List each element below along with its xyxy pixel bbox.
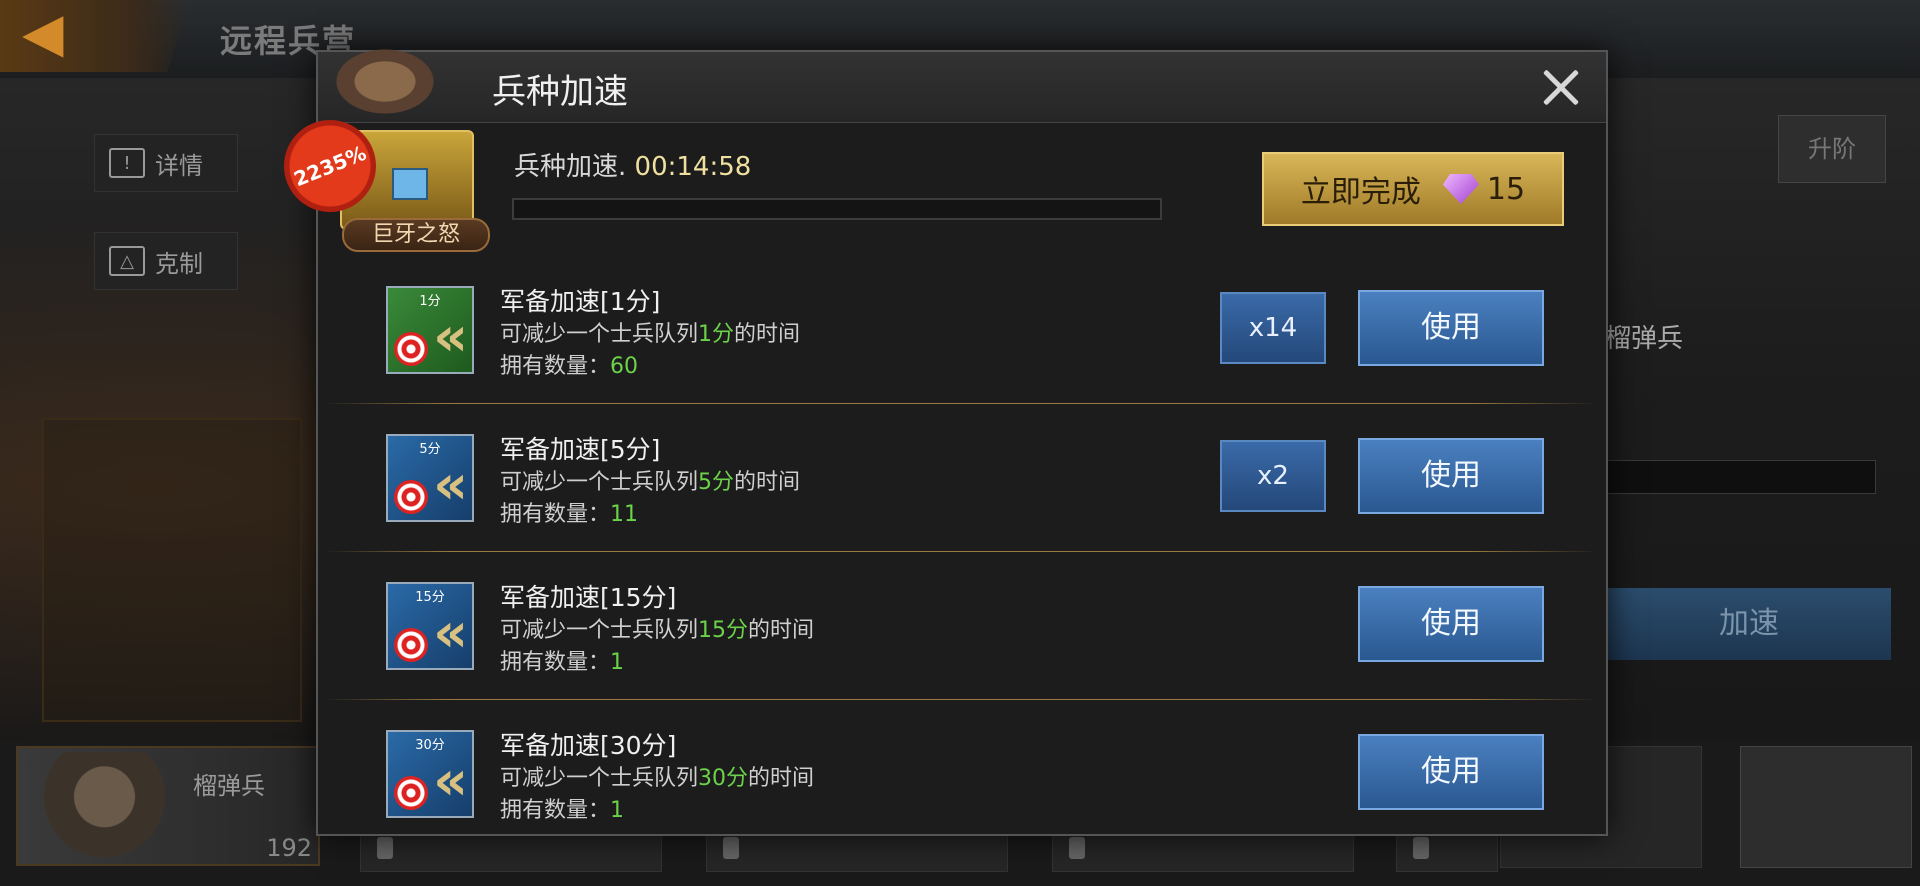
chest-lock-icon	[392, 168, 428, 200]
timer-progress-bar	[512, 198, 1162, 220]
finish-now-label: 立即完成	[1300, 175, 1421, 210]
list-item: 1分 « 军备加速[1分] 可减少一个士兵队列1分的时间 拥有数量：60 x14…	[318, 256, 1606, 404]
item-name: 军备加速[5分]	[500, 435, 661, 464]
accelerate-button[interactable]: 加速	[1607, 588, 1891, 660]
dialog-header: 兵种加速	[318, 52, 1606, 123]
unit-type-label: 榴弹兵	[1605, 324, 1684, 354]
item-description: 可减少一个士兵队列5分的时间	[500, 470, 801, 495]
item-owned: 拥有数量：11	[500, 502, 639, 527]
speedup-item-list[interactable]: 1分 « 军备加速[1分] 可减少一个士兵队列1分的时间 拥有数量：60 x14…	[318, 256, 1606, 836]
timer-row: 兵种加速. 00:14:58	[514, 146, 751, 183]
upgrade-button[interactable]: 升阶	[1778, 115, 1886, 183]
details-button[interactable]: ! 详情	[94, 134, 238, 192]
info-card-icon: !	[109, 148, 145, 178]
target-icon	[394, 628, 428, 662]
speedup-item-icon: 30分 «	[386, 730, 474, 818]
mech-unit-card[interactable]	[1740, 746, 1912, 868]
timer-label: 兵种加速.	[514, 152, 627, 182]
details-label: 详情	[155, 151, 203, 180]
promo-banner[interactable]: 巨牙之怒	[342, 218, 490, 252]
dialog-title: 兵种加速	[492, 72, 628, 112]
use-button[interactable]: 使用	[1358, 438, 1544, 514]
item-description: 可减少一个士兵队列1分的时间	[500, 322, 801, 347]
lock-icon	[1069, 837, 1085, 859]
item-owned: 拥有数量：1	[500, 650, 625, 675]
back-arrow-icon: ◀	[22, 1, 64, 64]
item-name: 军备加速[15分]	[500, 583, 677, 612]
double-chevron-icon: «	[433, 453, 468, 516]
use-button[interactable]: 使用	[1358, 734, 1544, 810]
troop-speedup-dialog: 兵种加速 2235% 巨牙之怒 兵种加速. 00:14:58 立即完成 15 1…	[270, 32, 1608, 836]
unit-card-name: 榴弹兵	[193, 772, 265, 800]
training-bar	[1606, 460, 1876, 494]
double-chevron-icon: «	[433, 305, 468, 368]
timer-value: 00:14:58	[634, 152, 752, 182]
double-chevron-icon: «	[433, 601, 468, 664]
diamond-gem-icon	[1442, 174, 1479, 204]
locked-slot[interactable]	[706, 830, 1008, 872]
target-icon	[394, 332, 428, 366]
target-icon	[394, 776, 428, 810]
lock-icon	[723, 837, 739, 859]
back-button[interactable]: ◀	[0, 0, 190, 72]
target-icon	[394, 480, 428, 514]
item-description: 可减少一个士兵队列30分的时间	[500, 766, 815, 791]
triangle-icon: △	[109, 246, 145, 276]
list-item: 30分 « 军备加速[30分] 可减少一个士兵队列30分的时间 拥有数量：1 使…	[318, 700, 1606, 836]
lock-icon	[1413, 837, 1429, 859]
quantity-button[interactable]: x2	[1220, 440, 1326, 512]
counter-label: 克制	[155, 249, 203, 278]
quantity-button[interactable]: x14	[1220, 292, 1326, 364]
counter-button[interactable]: △ 克制	[94, 232, 238, 290]
item-name: 军备加速[1分]	[500, 287, 661, 316]
soldier-portrait	[28, 752, 198, 864]
close-icon[interactable]	[1534, 60, 1588, 114]
locked-slot[interactable]	[1052, 830, 1354, 872]
speedup-item-icon: 5分 «	[386, 434, 474, 522]
use-button[interactable]: 使用	[1358, 290, 1544, 366]
unit-card-count: 192	[266, 834, 312, 862]
double-chevron-icon: «	[433, 749, 468, 812]
list-item: 5分 « 军备加速[5分] 可减少一个士兵队列5分的时间 拥有数量：11 x2 …	[318, 404, 1606, 552]
list-item: 15分 « 军备加速[15分] 可减少一个士兵队列15分的时间 拥有数量：1 使…	[318, 552, 1606, 700]
finish-now-button[interactable]: 立即完成 15	[1262, 152, 1564, 226]
item-owned: 拥有数量：1	[500, 798, 625, 823]
item-owned: 拥有数量：60	[500, 354, 639, 379]
use-button[interactable]: 使用	[1358, 586, 1544, 662]
dinosaur-icon	[310, 32, 460, 122]
locked-slot[interactable]	[360, 830, 662, 872]
speedup-item-icon: 1分 «	[386, 286, 474, 374]
gem-cost: 15	[1486, 171, 1526, 207]
locked-slot[interactable]	[1396, 830, 1498, 872]
lock-icon	[377, 837, 393, 859]
item-name: 军备加速[30分]	[500, 731, 677, 760]
unit-display-panel	[42, 418, 302, 722]
unit-card-grenadier[interactable]: 榴弹兵 192	[16, 746, 320, 866]
speedup-item-icon: 15分 «	[386, 582, 474, 670]
item-description: 可减少一个士兵队列15分的时间	[500, 618, 815, 643]
